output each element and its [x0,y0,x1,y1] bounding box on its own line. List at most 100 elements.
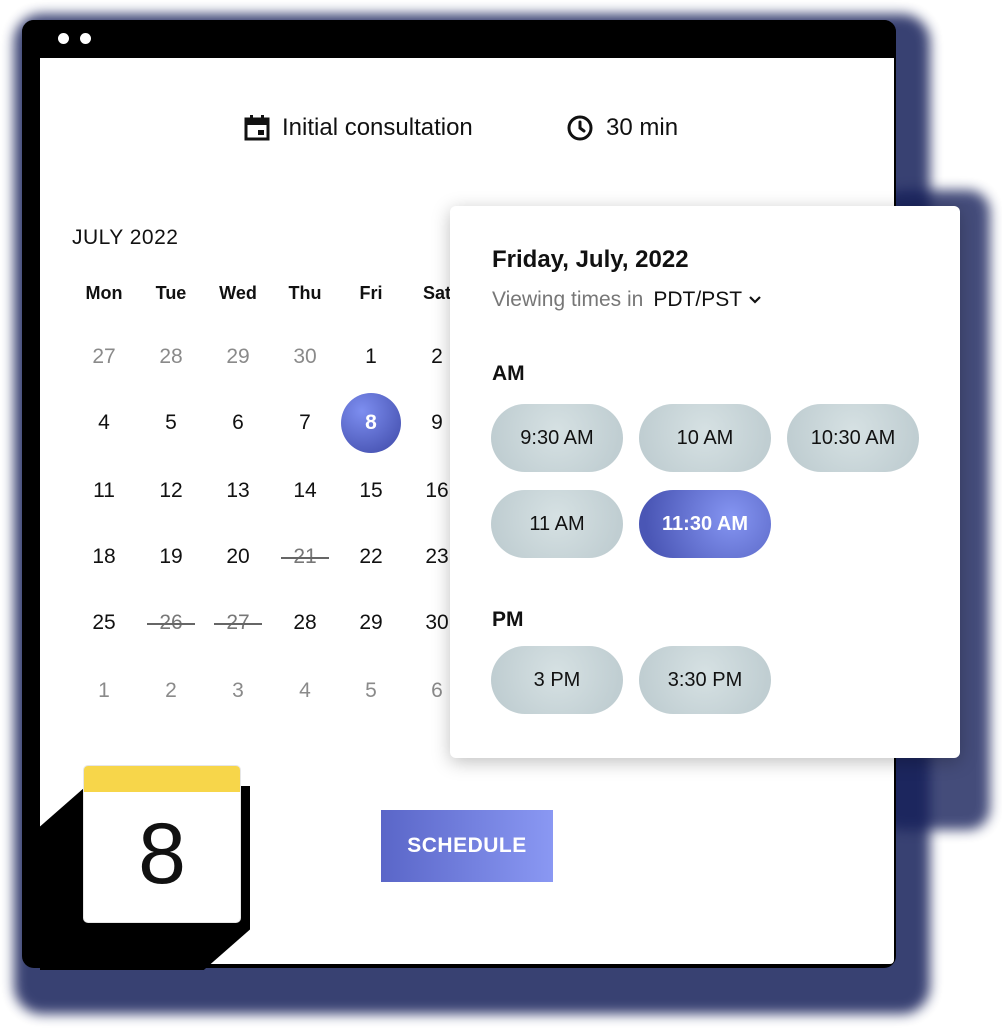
day-number: 1 [98,679,110,702]
day-number: 6 [431,679,443,702]
day-number: 5 [165,411,177,434]
am-section-label: AM [492,362,525,385]
day-number: 23 [425,545,449,568]
event-type: Initial consultation [244,114,473,142]
calendar-day[interactable]: 4 [71,408,137,438]
event-name: Initial consultation [282,114,473,141]
selected-date-title: Friday, July, 2022 [492,246,689,273]
day-number: 7 [299,411,311,434]
time-picker-popup: Friday, July, 2022 Viewing times in PDT/… [450,206,960,758]
day-number: 29 [359,611,383,634]
day-number: 16 [425,479,449,502]
calendar-day-selected[interactable]: 8 [338,393,404,453]
weekday-header: Thu [288,283,322,303]
window-dot-2[interactable] [80,33,91,44]
calendar-day[interactable]: 28 [272,608,338,638]
calendar-day[interactable]: 19 [138,542,204,572]
time-slot[interactable]: 10 AM [639,404,771,472]
time-slot[interactable]: 9:30 AM [491,404,623,472]
schedule-button[interactable]: SCHEDULE [381,810,553,882]
pm-section-label: PM [492,608,524,631]
calendar-day: 29 [205,342,271,372]
calendar-day[interactable]: 18 [71,542,137,572]
day-number: 19 [159,545,183,568]
window-titlebar [22,20,896,58]
time-slot-selected[interactable]: 11:30 AM [639,490,771,558]
clock-icon [566,114,594,142]
day-number: 18 [92,545,116,568]
weekday-header: Wed [219,283,257,303]
calendar-day: 30 [272,342,338,372]
day-number: 2 [165,679,177,702]
calendar-day[interactable]: 14 [272,476,338,506]
calendar-day[interactable]: 1 [338,342,404,372]
day-number: 30 [293,345,317,368]
calendar-day[interactable]: 5 [138,408,204,438]
day-number: 22 [359,545,383,568]
day-number: 8 [365,411,377,434]
calendar-icon [244,114,270,142]
calendar-day: 3 [205,676,271,706]
day-number: 30 [425,611,449,634]
day-number: 1 [365,345,377,368]
day-number: 4 [98,411,110,434]
day-number: 4 [299,679,311,702]
time-slot[interactable]: 3 PM [491,646,623,714]
day-number: 13 [226,479,250,502]
event-duration: 30 min [566,114,678,142]
time-slot[interactable]: 3:30 PM [639,646,771,714]
day-number: 6 [232,411,244,434]
timezone-row: Viewing times in PDT/PST [492,288,762,312]
calendar-day[interactable]: 20 [205,542,271,572]
month-title: JULY 2022 [72,226,179,249]
day-number: 11 [93,479,115,502]
weekday-header: Fri [359,283,383,303]
calendar-day: 28 [138,342,204,372]
calendar-badge-icon: 8 [84,766,240,922]
calendar-day[interactable]: 7 [272,408,338,438]
badge-header [84,766,240,792]
calendar-day[interactable]: 6 [205,408,271,438]
calendar-day: 27 [205,608,271,638]
timezone-prefix: Viewing times in [492,288,644,311]
time-slot[interactable]: 11 AM [491,490,623,558]
day-number: 14 [293,479,317,502]
calendar-day: 27 [71,342,137,372]
day-number: 27 [92,345,116,368]
day-number: 27 [226,611,250,634]
day-number: 29 [226,345,250,368]
day-number: 5 [365,679,377,702]
calendar-day[interactable]: 11 [71,476,137,506]
timezone-select[interactable]: PDT/PST [653,288,742,312]
calendar-day[interactable]: 13 [205,476,271,506]
calendar-day: 2 [138,676,204,706]
calendar-day: 4 [272,676,338,706]
time-slot[interactable]: 10:30 AM [787,404,919,472]
day-number: 26 [159,611,183,634]
day-number: 20 [226,545,250,568]
window-dot-1[interactable] [58,33,69,44]
calendar-day[interactable]: 29 [338,608,404,638]
day-number: 21 [293,545,317,568]
day-number: 9 [431,411,443,434]
calendar-day[interactable]: 15 [338,476,404,506]
day-number: 12 [159,479,183,502]
calendar-day[interactable]: 25 [71,608,137,638]
day-number: 28 [159,345,183,368]
calendar-day[interactable]: 22 [338,542,404,572]
day-number: 3 [232,679,244,702]
chevron-down-icon[interactable] [748,295,762,305]
duration-text: 30 min [606,114,679,141]
calendar-day: 5 [338,676,404,706]
calendar-day: 26 [138,608,204,638]
weekday-header: Mon [85,283,123,303]
calendar-day: 21 [272,542,338,572]
day-number: 25 [92,611,116,634]
day-number: 28 [293,611,317,634]
app-stage: Initial consultation 30 min JULY 2022 Mo… [0,0,1002,1032]
calendar-day: 1 [71,676,137,706]
day-number: 2 [431,345,443,368]
weekday-header: Tue [155,283,187,303]
calendar-day[interactable]: 12 [138,476,204,506]
badge-day: 8 [138,806,186,902]
